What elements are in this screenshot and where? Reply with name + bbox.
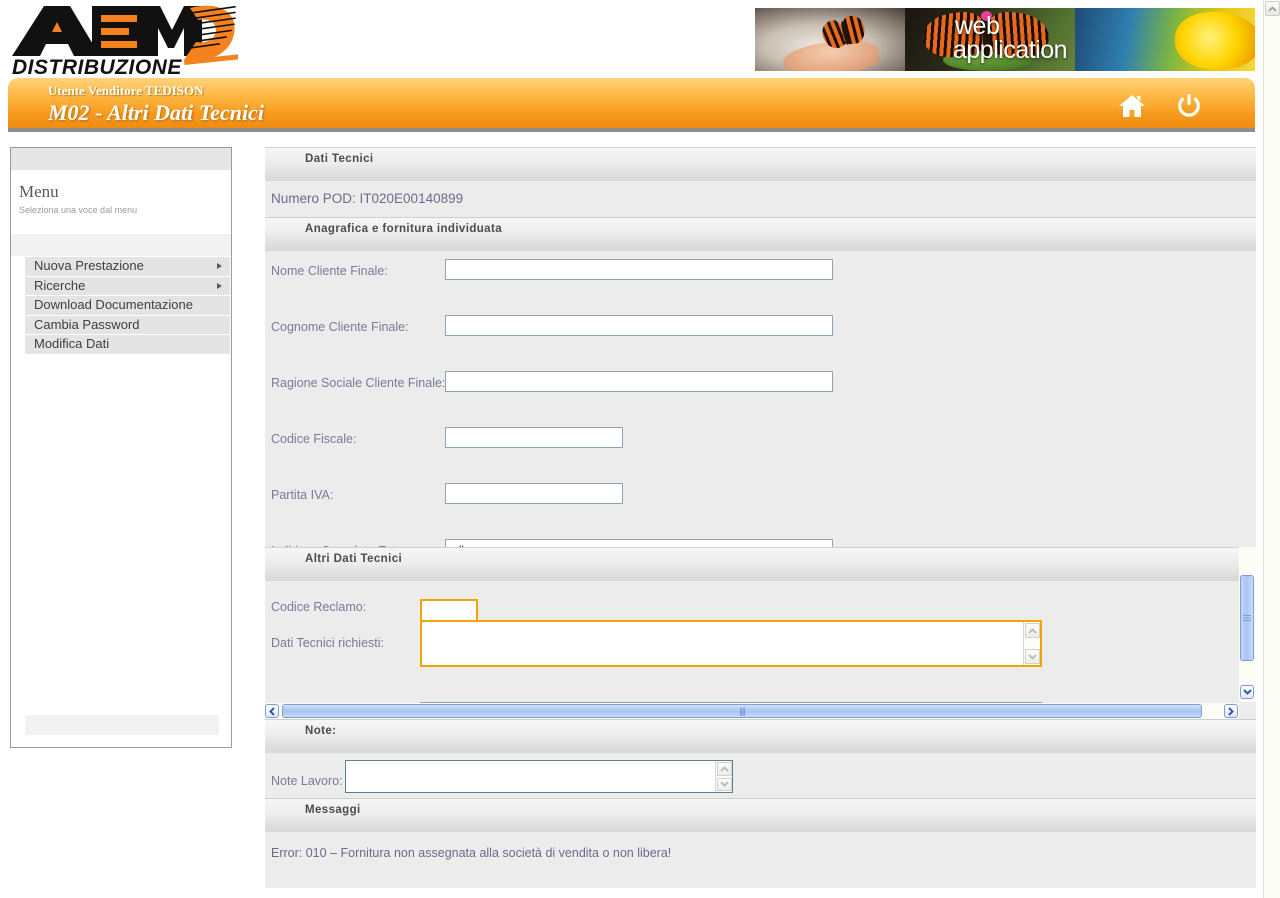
sidebar-item-cambia-password[interactable]: Cambia Password xyxy=(25,315,230,334)
grip-icon: |||| xyxy=(739,706,745,716)
sidebar-item-label: Ricerche xyxy=(34,277,86,293)
sidebar-item-label: Cambia Password xyxy=(34,316,140,332)
label-codice-fiscale: Codice Fiscale: xyxy=(271,432,357,446)
sidebar-footer-bar xyxy=(25,715,219,735)
page-header-bar: Utente Venditore TEDISON M02 - Altri Dat… xyxy=(8,78,1255,132)
section-header-dati-tecnici: Dati Tecnici xyxy=(265,147,1256,181)
grip-icon xyxy=(1243,615,1251,621)
browser-scroll-up-button[interactable] xyxy=(1265,1,1280,16)
sidebar-top-bar xyxy=(11,148,231,170)
textarea-note-lavoro[interactable] xyxy=(345,760,733,793)
sidebar-subtitle: Seleziona una voce dal menu xyxy=(19,205,138,215)
input-partita-iva[interactable] xyxy=(445,483,623,504)
section-title: Anagrafica e fornitura individuata xyxy=(305,223,502,235)
flower-shape xyxy=(1175,12,1255,70)
sidebar-item-label: Nuova Prestazione xyxy=(34,258,144,273)
banner-text: web application xyxy=(953,14,1068,64)
label-note-lavoro: Note Lavoro: xyxy=(271,774,343,788)
section-header-altri-dati: Altri Dati Tecnici xyxy=(265,547,1239,581)
anagrafica-fields: Nome Cliente Finale: Cognome Cliente Fin… xyxy=(265,251,1256,790)
current-user-label: Utente Venditore TEDISON xyxy=(48,83,204,98)
altri-dati-tecnici-panel: Altri Dati Tecnici Codice Reclamo: Dati … xyxy=(265,547,1256,719)
chevron-down-icon xyxy=(1242,689,1252,695)
sidebar-item-label: Modifica Dati xyxy=(34,336,110,351)
section-header-note: Note: xyxy=(265,719,1256,753)
scroll-down-button[interactable] xyxy=(717,777,732,791)
page-title: M02 - Altri Dati Tecnici xyxy=(48,100,264,125)
note-fields: Note Lavoro: xyxy=(265,753,1256,798)
power-icon xyxy=(1178,94,1200,117)
scroll-down-button[interactable] xyxy=(1025,649,1040,664)
chevron-up-icon xyxy=(1268,5,1277,12)
banner-text-line2: application xyxy=(953,36,1068,64)
textarea-dati-tecnici-richiesti[interactable] xyxy=(420,620,1042,667)
top-band: DISTRIBUZIONE web application xyxy=(0,0,1263,78)
logout-button[interactable] xyxy=(1175,92,1203,125)
altri-dati-fields: Codice Reclamo: Dati Tecnici richiesti: xyxy=(265,581,1239,719)
vertical-scroll-thumb[interactable] xyxy=(1240,575,1254,661)
chevron-down-icon xyxy=(720,781,729,788)
browser-vertical-scrollbar[interactable] xyxy=(1263,0,1280,898)
header-banner-image: web application xyxy=(755,8,1255,71)
sidebar-item-ricerche[interactable]: Ricerche xyxy=(25,276,230,295)
textarea-scrollbar[interactable] xyxy=(1023,622,1040,665)
panel-scroll-down-button[interactable] xyxy=(1240,685,1254,699)
label-partita-iva: Partita IVA: xyxy=(271,488,334,502)
label-dati-tecnici-richiesti: Dati Tecnici richiesti: xyxy=(271,636,385,650)
messaggi-body: Error: 010 – Fornitura non assegnata all… xyxy=(265,832,1256,888)
panel-horizontal-scrollbar[interactable]: |||| xyxy=(265,703,1239,719)
sidebar-item-nuova-prestazione[interactable]: Nuova Prestazione xyxy=(25,257,230,276)
error-message: Error: 010 – Fornitura non assegnata all… xyxy=(271,846,672,860)
section-title: Note: xyxy=(305,725,337,737)
chevron-right-icon xyxy=(217,282,222,289)
chevron-up-icon xyxy=(720,765,729,772)
input-nome-cliente[interactable] xyxy=(445,259,833,280)
input-ragione-sociale[interactable] xyxy=(445,371,833,392)
sidebar-item-modifica-dati[interactable]: Modifica Dati xyxy=(25,335,230,354)
sidebar: Menu Seleziona una voce dal menu Nuova P… xyxy=(10,147,232,748)
label-ragione-sociale: Ragione Sociale Cliente Finale: xyxy=(271,376,446,390)
horizontal-scroll-thumb[interactable]: |||| xyxy=(282,704,1202,718)
pod-number: Numero POD: IT020E00140899 xyxy=(265,181,1256,217)
chevron-up-icon xyxy=(1028,627,1037,634)
section-title: Dati Tecnici xyxy=(305,153,374,165)
chevron-right-icon xyxy=(217,263,222,269)
sidebar-item-download-documentazione[interactable]: Download Documentazione xyxy=(25,296,230,315)
label-nome-cliente: Nome Cliente Finale: xyxy=(271,264,388,278)
sidebar-divider xyxy=(11,234,231,256)
main-content: Dati Tecnici Numero POD: IT020E00140899 … xyxy=(265,147,1256,888)
scroll-up-button[interactable] xyxy=(1025,623,1040,638)
chevron-down-icon xyxy=(1028,653,1037,660)
label-codice-reclamo: Codice Reclamo: xyxy=(271,600,367,614)
panel-scroll-right-button[interactable] xyxy=(1224,704,1238,718)
section-header-messaggi: Messaggi xyxy=(265,798,1256,832)
input-codice-fiscale[interactable] xyxy=(445,427,623,448)
sidebar-item-label: Download Documentazione xyxy=(34,297,193,312)
chevron-right-icon xyxy=(1228,706,1234,716)
home-button[interactable] xyxy=(1117,92,1147,125)
input-cognome-cliente[interactable] xyxy=(445,315,833,336)
sidebar-title: Menu xyxy=(19,182,59,201)
svg-text:DISTRIBUZIONE: DISTRIBUZIONE xyxy=(12,56,182,78)
page-root: DISTRIBUZIONE web application Utente Ven… xyxy=(0,0,1280,898)
section-title: Messaggi xyxy=(305,804,361,816)
section-title: Altri Dati Tecnici xyxy=(305,553,403,565)
panel-scroll-left-button[interactable] xyxy=(265,704,279,718)
home-icon xyxy=(1119,95,1145,117)
input-codice-reclamo[interactable] xyxy=(420,599,478,622)
label-cognome-cliente: Cognome Cliente Finale: xyxy=(271,320,409,334)
textarea-scrollbar[interactable] xyxy=(715,761,732,792)
scroll-up-button[interactable] xyxy=(717,762,732,776)
aem-logo: DISTRIBUZIONE xyxy=(8,2,238,78)
panel-vertical-scrollbar[interactable] xyxy=(1239,547,1256,702)
section-header-anagrafica: Anagrafica e fornitura individuata xyxy=(265,217,1256,251)
chevron-left-icon xyxy=(269,706,275,716)
